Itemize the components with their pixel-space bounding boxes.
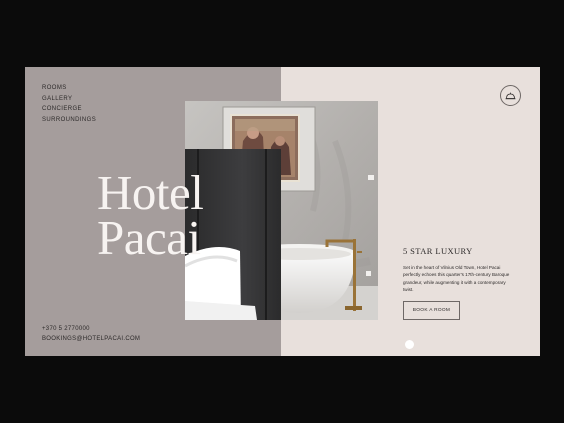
phone-link[interactable]: +370 5 2770000 — [42, 324, 140, 334]
hero-section: ROOMS GALLERY CONCIERGE SURROUNDINGS Hot… — [25, 67, 540, 356]
main-nav: ROOMS GALLERY CONCIERGE SURROUNDINGS — [42, 83, 96, 125]
title-line-1: Hotel — [97, 165, 204, 220]
hero-photo — [185, 101, 378, 320]
book-room-button[interactable]: BOOK A ROOM — [403, 301, 460, 320]
nav-item-rooms[interactable]: ROOMS — [42, 83, 96, 94]
bathroom-image — [185, 101, 378, 320]
hotel-title: Hotel Pacai — [97, 165, 204, 265]
slider-dot-indicator[interactable] — [405, 340, 414, 349]
nav-item-concierge[interactable]: CONCIERGE — [42, 104, 96, 115]
nav-item-gallery[interactable]: GALLERY — [42, 94, 96, 105]
concierge-bell-icon — [505, 92, 516, 99]
title-line-2: Pacai — [97, 210, 201, 265]
luxury-subtitle: 5 STAR LUXURY — [403, 246, 473, 256]
concierge-button[interactable] — [500, 85, 521, 106]
hotel-description: Set in the heart of Vilnius Old Town, Ho… — [403, 265, 510, 292]
nav-item-surroundings[interactable]: SURROUNDINGS — [42, 115, 96, 126]
contact-info: +370 5 2770000 BOOKINGS@HOTELPACAI.COM — [42, 324, 140, 344]
email-link[interactable]: BOOKINGS@HOTELPACAI.COM — [42, 334, 140, 344]
